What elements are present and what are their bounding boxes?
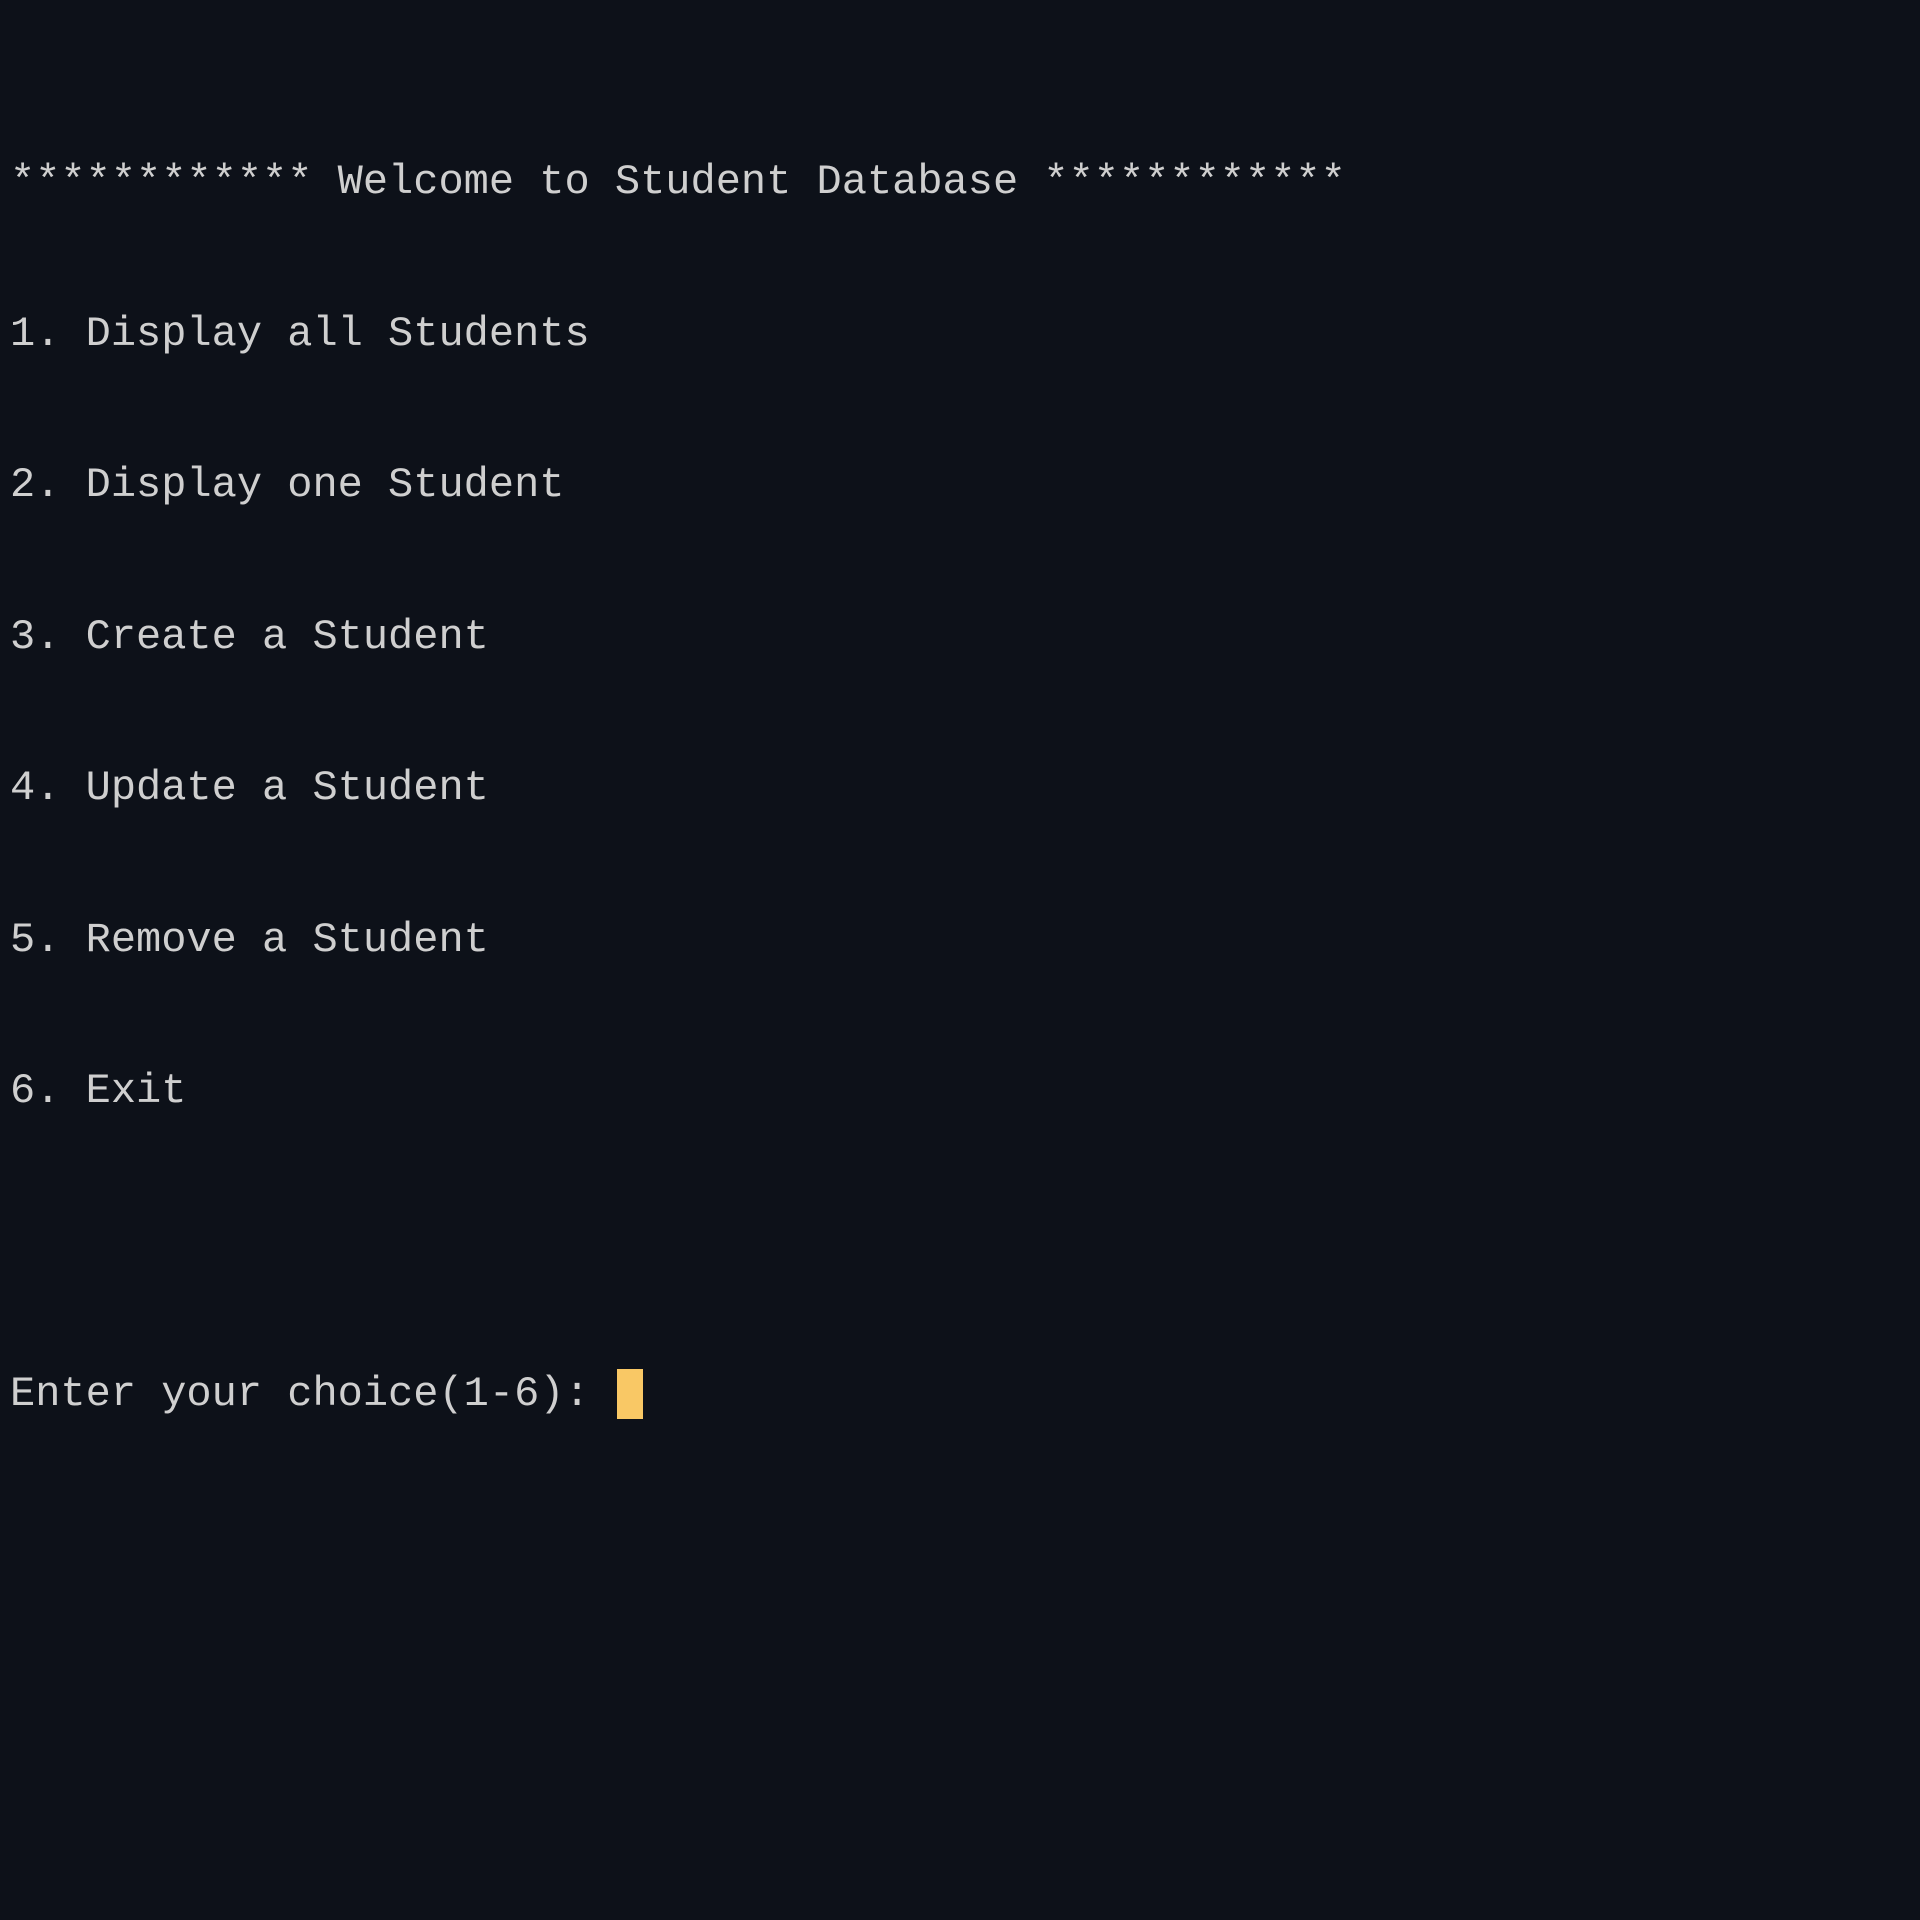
menu-item-remove: 5. Remove a Student [10,915,489,964]
input-prompt-line[interactable]: Enter your choice(1-6): [10,1369,1346,1420]
menu-item-display-one: 2. Display one Student [10,461,565,509]
text-cursor[interactable] [616,1369,643,1420]
menu-item-create: 3. Create a Student [10,612,489,661]
menu-item-exit: 6. Exit [10,1067,187,1115]
menu-item-update: 4. Update a Student [10,764,489,812]
choice-prompt: Enter your choice(1-6): [10,1370,615,1418]
welcome-banner: ************ Welcome to Student Database… [10,158,1346,206]
terminal-output: ************ Welcome to Student Database… [10,56,1346,1470]
menu-item-display-all: 1. Display all Students [10,309,590,358]
